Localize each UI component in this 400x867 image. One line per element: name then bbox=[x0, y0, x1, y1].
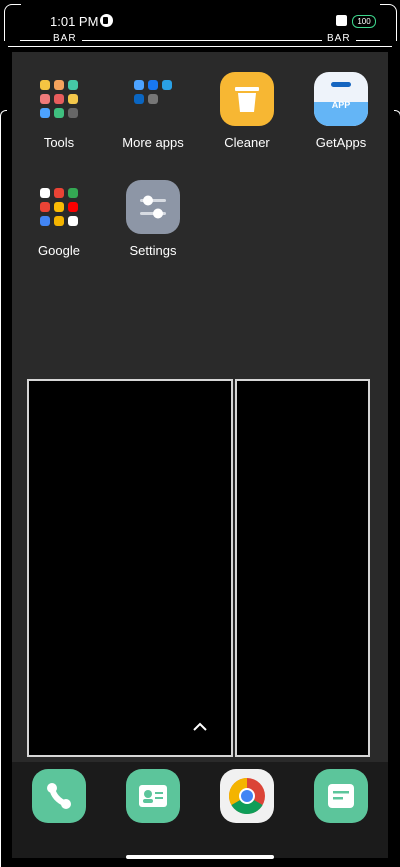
folder-icon bbox=[32, 180, 86, 234]
getapps-app[interactable]: APP GetApps bbox=[301, 72, 381, 150]
messages-icon[interactable] bbox=[314, 769, 368, 823]
home-indicator[interactable] bbox=[126, 855, 274, 859]
app-label: Cleaner bbox=[224, 135, 270, 150]
cleaner-app[interactable]: Cleaner bbox=[207, 72, 287, 150]
widget-left[interactable] bbox=[27, 379, 233, 757]
home-screen-panel: Tools More apps Cleaner APP GetApps Goog… bbox=[12, 52, 388, 762]
bar-label-left: BAR bbox=[53, 33, 77, 44]
phone-icon[interactable] bbox=[32, 769, 86, 823]
tools-folder[interactable]: Tools bbox=[19, 72, 99, 150]
app-label: Settings bbox=[129, 243, 177, 258]
getapps-badge: APP bbox=[331, 100, 351, 110]
folder-icon bbox=[32, 72, 86, 126]
folder-icon bbox=[126, 72, 180, 126]
status-time: 1:01 PM bbox=[50, 14, 99, 29]
getapps-icon: APP bbox=[314, 72, 368, 126]
contacts-icon[interactable] bbox=[126, 769, 180, 823]
widget-right[interactable] bbox=[235, 379, 370, 757]
app-label: More apps bbox=[122, 135, 184, 150]
chrome-icon[interactable] bbox=[220, 769, 274, 823]
app-label: Tools bbox=[43, 135, 75, 150]
app-notification-icon bbox=[100, 14, 113, 27]
app-label: GetApps bbox=[315, 135, 367, 150]
app-label: Google bbox=[38, 243, 80, 258]
chevron-up-icon[interactable] bbox=[192, 720, 208, 732]
more-apps-folder[interactable]: More apps bbox=[113, 72, 193, 150]
trash-icon bbox=[220, 72, 274, 126]
settings-app[interactable]: Settings bbox=[113, 180, 193, 258]
google-folder[interactable]: Google bbox=[19, 180, 99, 258]
settings-icon bbox=[126, 180, 180, 234]
battery-indicator: 100 bbox=[352, 15, 376, 28]
dock bbox=[12, 762, 388, 858]
bar-label-right: BAR bbox=[327, 33, 351, 44]
edit-notification-icon bbox=[336, 15, 347, 26]
